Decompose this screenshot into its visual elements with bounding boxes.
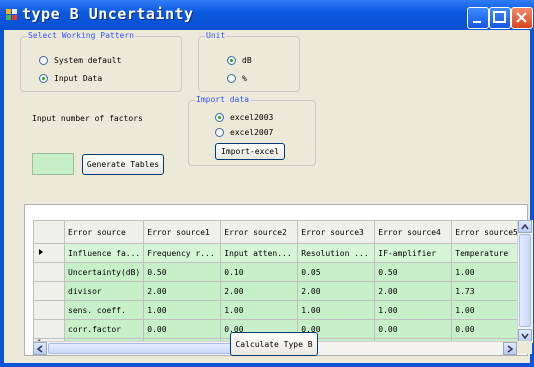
row-header[interactable] bbox=[33, 300, 65, 320]
grid-cell[interactable]: Temperature bbox=[451, 243, 522, 263]
grid-cell[interactable]: 0.50 bbox=[143, 262, 222, 282]
table-row[interactable]: sens. coeff. 1.00 1.00 1.00 1.00 1.00 bbox=[33, 300, 522, 320]
grid-cell[interactable]: 2.00 bbox=[374, 281, 453, 301]
radio-db-dot[interactable] bbox=[227, 55, 236, 65]
grid-cell[interactable]: 0.10 bbox=[220, 262, 299, 282]
current-row-arrow-icon bbox=[39, 249, 43, 255]
client-area: Select Working Pattern System default In… bbox=[4, 30, 533, 363]
row-header-current[interactable] bbox=[33, 243, 65, 263]
radio-db[interactable]: dB bbox=[227, 54, 252, 66]
radio-input-data[interactable]: Input Data bbox=[39, 72, 102, 84]
unit-label: Unit bbox=[205, 31, 227, 41]
import-data-label: Import data bbox=[195, 95, 250, 105]
vertical-scrollbar[interactable] bbox=[517, 220, 533, 343]
radio-percent-label: % bbox=[242, 73, 247, 83]
grid-cell[interactable]: 0.05 bbox=[297, 262, 376, 282]
maximize-button[interactable] bbox=[489, 7, 511, 29]
generate-tables-button[interactable]: Generate Tables bbox=[82, 154, 164, 175]
radio-excel2007-label: excel2007 bbox=[230, 127, 274, 137]
grid-cell[interactable]: 1.00 bbox=[451, 262, 522, 282]
application-window: type B Uncertainty Select Working Patter… bbox=[0, 0, 534, 367]
working-pattern-label: Select Working Pattern bbox=[27, 31, 135, 41]
import-excel-button[interactable]: Import-excel bbox=[215, 143, 285, 160]
data-grid[interactable]: Error source Error source1 Error source2… bbox=[33, 220, 522, 346]
grid-cell[interactable]: 1.00 bbox=[297, 300, 376, 320]
grid-cell[interactable]: 2.00 bbox=[220, 281, 299, 301]
chevron-left-icon bbox=[37, 344, 43, 353]
radio-system-default[interactable]: System default bbox=[39, 54, 121, 66]
grid-cell[interactable]: 1.00 bbox=[374, 300, 453, 320]
radio-excel2003-dot[interactable] bbox=[215, 112, 224, 122]
table-row[interactable]: divisor 2.00 2.00 2.00 2.00 1.73 bbox=[33, 281, 522, 301]
grid-cell[interactable]: divisor bbox=[63, 281, 145, 301]
chevron-right-icon bbox=[507, 344, 513, 353]
table-row[interactable]: Uncertainty(dB) 0.50 0.10 0.05 0.50 1.00 bbox=[33, 262, 522, 282]
grid-cell[interactable]: 1.00 bbox=[143, 300, 222, 320]
grid-col-header[interactable]: Error source bbox=[63, 220, 145, 244]
radio-percent[interactable]: % bbox=[227, 72, 247, 84]
radio-system-default-dot[interactable] bbox=[39, 55, 48, 65]
grid-cell[interactable]: Input atten... bbox=[220, 243, 299, 263]
radio-input-data-label: Input Data bbox=[54, 73, 103, 83]
grid-cell[interactable]: 0.50 bbox=[374, 262, 453, 282]
radio-percent-dot[interactable] bbox=[227, 73, 236, 83]
import-data-group: Import data excel2003 excel2007 Import-e… bbox=[188, 95, 316, 166]
close-button[interactable] bbox=[511, 7, 533, 29]
factors-input[interactable] bbox=[32, 153, 74, 175]
calculate-type-b-button[interactable]: Calculate Type B bbox=[230, 332, 318, 356]
grid-corner-header bbox=[33, 220, 65, 244]
grid-cell[interactable]: 2.00 bbox=[143, 281, 222, 301]
horizontal-scroll-thumb[interactable] bbox=[48, 343, 248, 354]
maximize-icon bbox=[493, 11, 506, 23]
radio-system-default-label: System default bbox=[54, 55, 122, 65]
grid-cell[interactable]: corr.factor bbox=[63, 319, 145, 339]
scroll-right-button[interactable] bbox=[503, 342, 517, 355]
minimize-icon bbox=[473, 21, 481, 23]
row-header[interactable] bbox=[33, 319, 65, 339]
scroll-corner bbox=[517, 341, 532, 354]
grid-cell[interactable]: Uncertainty(dB) bbox=[63, 262, 145, 282]
scroll-up-button[interactable] bbox=[518, 220, 532, 233]
grid-cell[interactable]: sens. coeff. bbox=[63, 300, 145, 320]
grid-col-header[interactable]: Error source1 bbox=[143, 220, 222, 244]
row-header[interactable] bbox=[33, 262, 65, 282]
vertical-scroll-thumb[interactable] bbox=[519, 234, 531, 327]
table-row[interactable]: Influence fa... Frequency r... Input att… bbox=[33, 243, 522, 263]
title-bar[interactable]: type B Uncertainty bbox=[0, 0, 534, 30]
radio-excel2007[interactable]: excel2007 bbox=[215, 126, 273, 138]
grid-cell[interactable]: 0.00 bbox=[374, 319, 453, 339]
window-title: type B Uncertainty bbox=[22, 5, 194, 23]
factors-label: Input number of factors bbox=[32, 114, 143, 123]
radio-input-data-dot[interactable] bbox=[39, 73, 48, 83]
grid-cell[interactable]: 0.00 bbox=[143, 319, 222, 339]
scroll-left-button[interactable] bbox=[33, 342, 47, 355]
grid-col-header[interactable]: Error source4 bbox=[374, 220, 453, 244]
app-icon bbox=[6, 9, 17, 20]
grid-cell[interactable]: 1.73 bbox=[451, 281, 522, 301]
grid-cell[interactable]: 0.00 bbox=[451, 319, 522, 339]
grid-header-row: Error source Error source1 Error source2… bbox=[33, 220, 522, 244]
grid-cell[interactable]: 1.00 bbox=[220, 300, 299, 320]
radio-excel2003-label: excel2003 bbox=[230, 112, 274, 122]
grid-col-header[interactable]: Error source2 bbox=[220, 220, 299, 244]
grid-cell[interactable]: 1.00 bbox=[451, 300, 522, 320]
radio-db-label: dB bbox=[242, 55, 252, 65]
minimize-button[interactable] bbox=[467, 7, 489, 29]
unit-group: Unit dB % bbox=[198, 31, 300, 92]
working-pattern-group: Select Working Pattern System default In… bbox=[20, 31, 182, 92]
grid-cell[interactable]: Influence fa... bbox=[63, 243, 145, 263]
grid-cell[interactable]: Frequency r... bbox=[143, 243, 222, 263]
chevron-down-icon bbox=[521, 333, 529, 339]
grid-col-header[interactable]: Error source5 bbox=[451, 220, 522, 244]
radio-excel2007-dot[interactable] bbox=[215, 127, 224, 137]
radio-excel2003[interactable]: excel2003 bbox=[215, 111, 273, 123]
chevron-up-icon bbox=[521, 223, 529, 229]
close-icon bbox=[516, 12, 527, 23]
row-header[interactable] bbox=[33, 281, 65, 301]
grid-cell[interactable]: IF-amplifier bbox=[374, 243, 453, 263]
grid-cell[interactable]: Resolution ... bbox=[297, 243, 376, 263]
grid-cell[interactable]: 2.00 bbox=[297, 281, 376, 301]
grid-col-header[interactable]: Error source3 bbox=[297, 220, 376, 244]
